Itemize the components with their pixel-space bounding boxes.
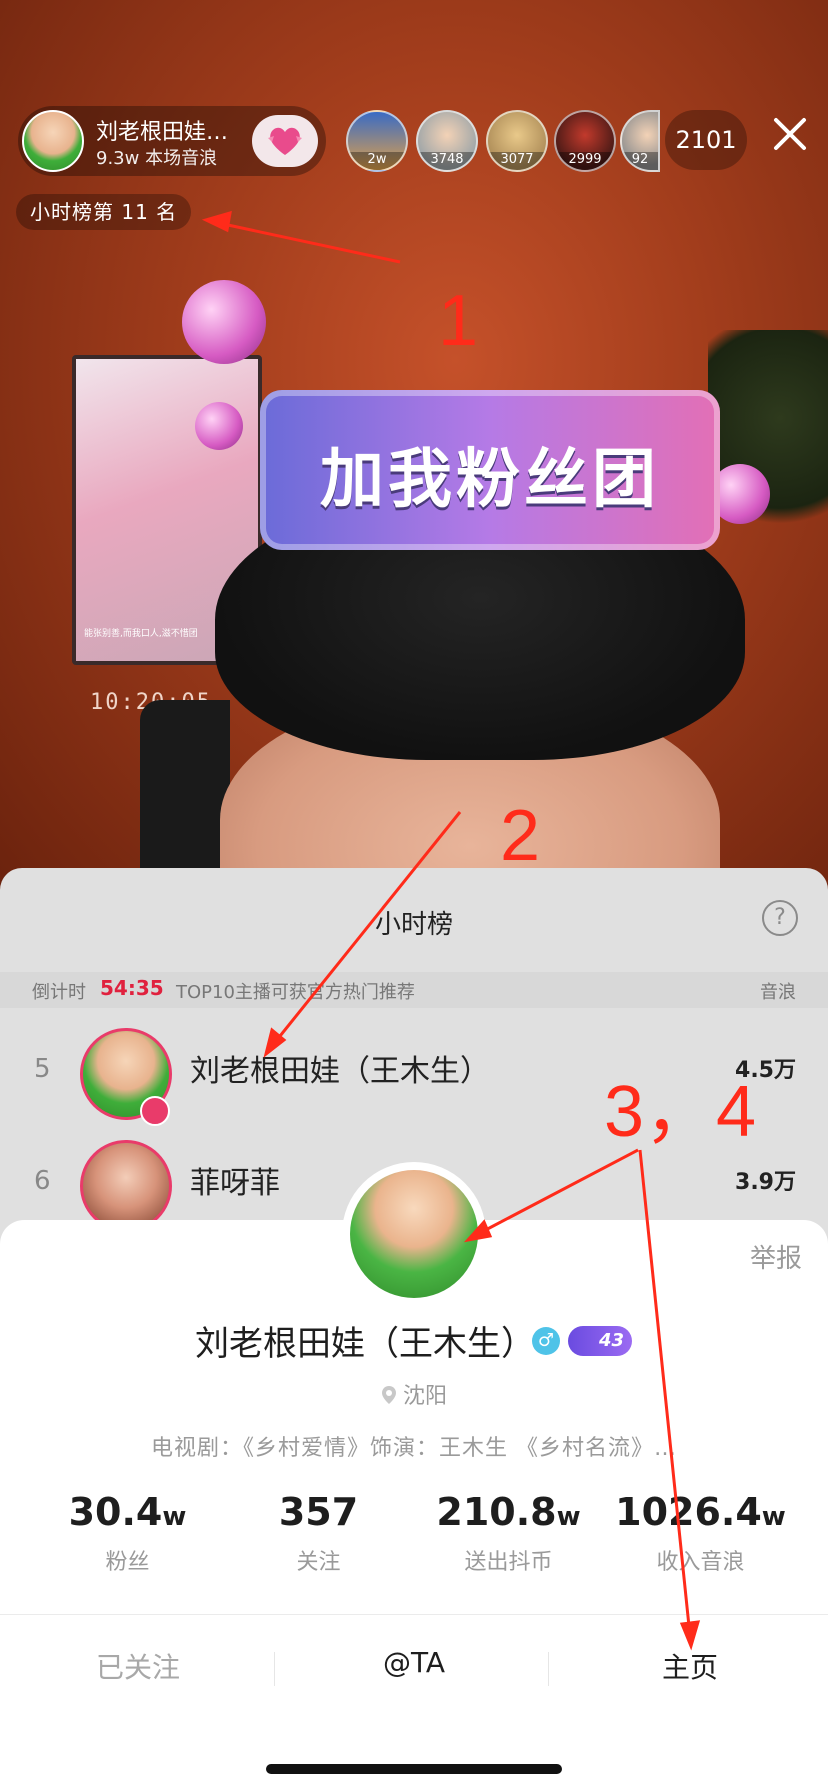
rank-position: 6: [34, 1166, 51, 1196]
stat-label: 收入音浪: [656, 1550, 745, 1575]
rank-name: 刘老根田娃（王木生）: [190, 1054, 490, 1089]
rank-value: 3.9万: [735, 1170, 796, 1195]
disco-ball-icon: [195, 402, 243, 450]
profile-bio: 电视剧：《乡村爱情》饰演：王木生 《乡村名流》…: [151, 1436, 677, 1461]
close-icon[interactable]: [768, 112, 812, 156]
heart-icon: [268, 127, 302, 155]
stat-value: 30.4w: [68, 1490, 187, 1534]
stat-label: 关注: [296, 1550, 341, 1575]
hourly-rank-badge[interactable]: 小时榜第 11 名: [16, 194, 192, 230]
anchor-avatar[interactable]: [22, 110, 84, 172]
viewer-avatar[interactable]: 3077: [486, 110, 548, 172]
homepage-button[interactable]: 主页: [552, 1646, 828, 1686]
stat-label: 粉丝: [105, 1550, 150, 1575]
help-icon[interactable]: ?: [762, 900, 798, 936]
stat-sound-wave: 1026.4w 收入音浪: [597, 1490, 804, 1576]
viewer-badge: 3748: [418, 152, 476, 170]
annotation-number-1: 1: [438, 281, 479, 361]
report-button[interactable]: 举报: [750, 1238, 802, 1275]
annotation-number-2: 2: [500, 796, 541, 876]
viewer-avatar[interactable]: 2w: [346, 110, 408, 172]
anchor-name: 刘老根田娃…: [96, 120, 229, 145]
unit-header: 音浪: [760, 982, 796, 1003]
profile-avatar-image: [350, 1170, 478, 1298]
followed-button[interactable]: 已关注: [0, 1646, 276, 1686]
stat-fans[interactable]: 30.4w 粉丝: [24, 1490, 231, 1576]
viewer-avatar[interactable]: 3748: [416, 110, 478, 172]
sticker-text: 加我粉丝团: [320, 443, 660, 517]
location-pin-icon: [381, 1386, 396, 1404]
divider: [548, 1652, 549, 1686]
viewer-badge: 2w: [348, 152, 406, 170]
annotation-number-3-4: 3，4: [604, 1072, 757, 1152]
live-indicator-icon: [140, 1096, 170, 1126]
rank-name: 菲呀菲: [190, 1166, 280, 1201]
stat-value: 1026.4w: [615, 1490, 786, 1534]
profile-name: 刘老根田娃（王木生）: [195, 1324, 535, 1364]
disco-ball-icon: [182, 280, 266, 364]
tv-caption: 能张别善,而我口人,滋不惜团: [84, 629, 198, 639]
profile-avatar[interactable]: [342, 1162, 486, 1306]
viewer-count[interactable]: 2101: [665, 110, 747, 170]
stat-following[interactable]: 357 关注: [215, 1490, 422, 1576]
location-text: 沈阳: [402, 1384, 447, 1409]
viewer-avatar[interactable]: 2999: [554, 110, 616, 172]
home-indicator[interactable]: [266, 1764, 562, 1774]
fan-club-sticker: 加我粉丝团: [260, 390, 720, 550]
viewer-badge: 92: [622, 152, 658, 170]
stat-value: 357: [278, 1490, 359, 1534]
level-badge: 43: [568, 1326, 632, 1356]
divider: [274, 1652, 275, 1686]
stat-value: 210.8w: [436, 1490, 581, 1534]
sheet-title: 小时榜: [374, 910, 453, 940]
countdown-time: 54:35: [100, 976, 164, 1000]
stat-coins-sent: 210.8w 送出抖币: [405, 1490, 612, 1576]
mention-button[interactable]: @TA: [276, 1646, 552, 1679]
promo-text: TOP10主播可获官方热门推荐: [176, 982, 415, 1003]
viewer-badge: 3077: [488, 152, 546, 170]
gender-male-icon: ♂: [532, 1327, 560, 1355]
countdown-label: 倒计时: [32, 982, 86, 1003]
countdown-bar: 倒计时 54:35 TOP10主播可获官方热门推荐 音浪: [0, 972, 828, 1008]
anchor-sound-wave: 9.3w 本场音浪: [96, 148, 218, 169]
stat-label: 送出抖币: [464, 1550, 553, 1575]
fan-club-button[interactable]: [252, 115, 318, 167]
divider: [0, 1614, 828, 1615]
profile-location: 沈阳: [0, 1378, 828, 1410]
viewer-badge: 2999: [556, 152, 614, 170]
anchor-info-pill[interactable]: 刘老根田娃… 9.3w 本场音浪: [18, 106, 326, 176]
rank-position: 5: [34, 1054, 51, 1084]
avatar[interactable]: [80, 1140, 172, 1232]
